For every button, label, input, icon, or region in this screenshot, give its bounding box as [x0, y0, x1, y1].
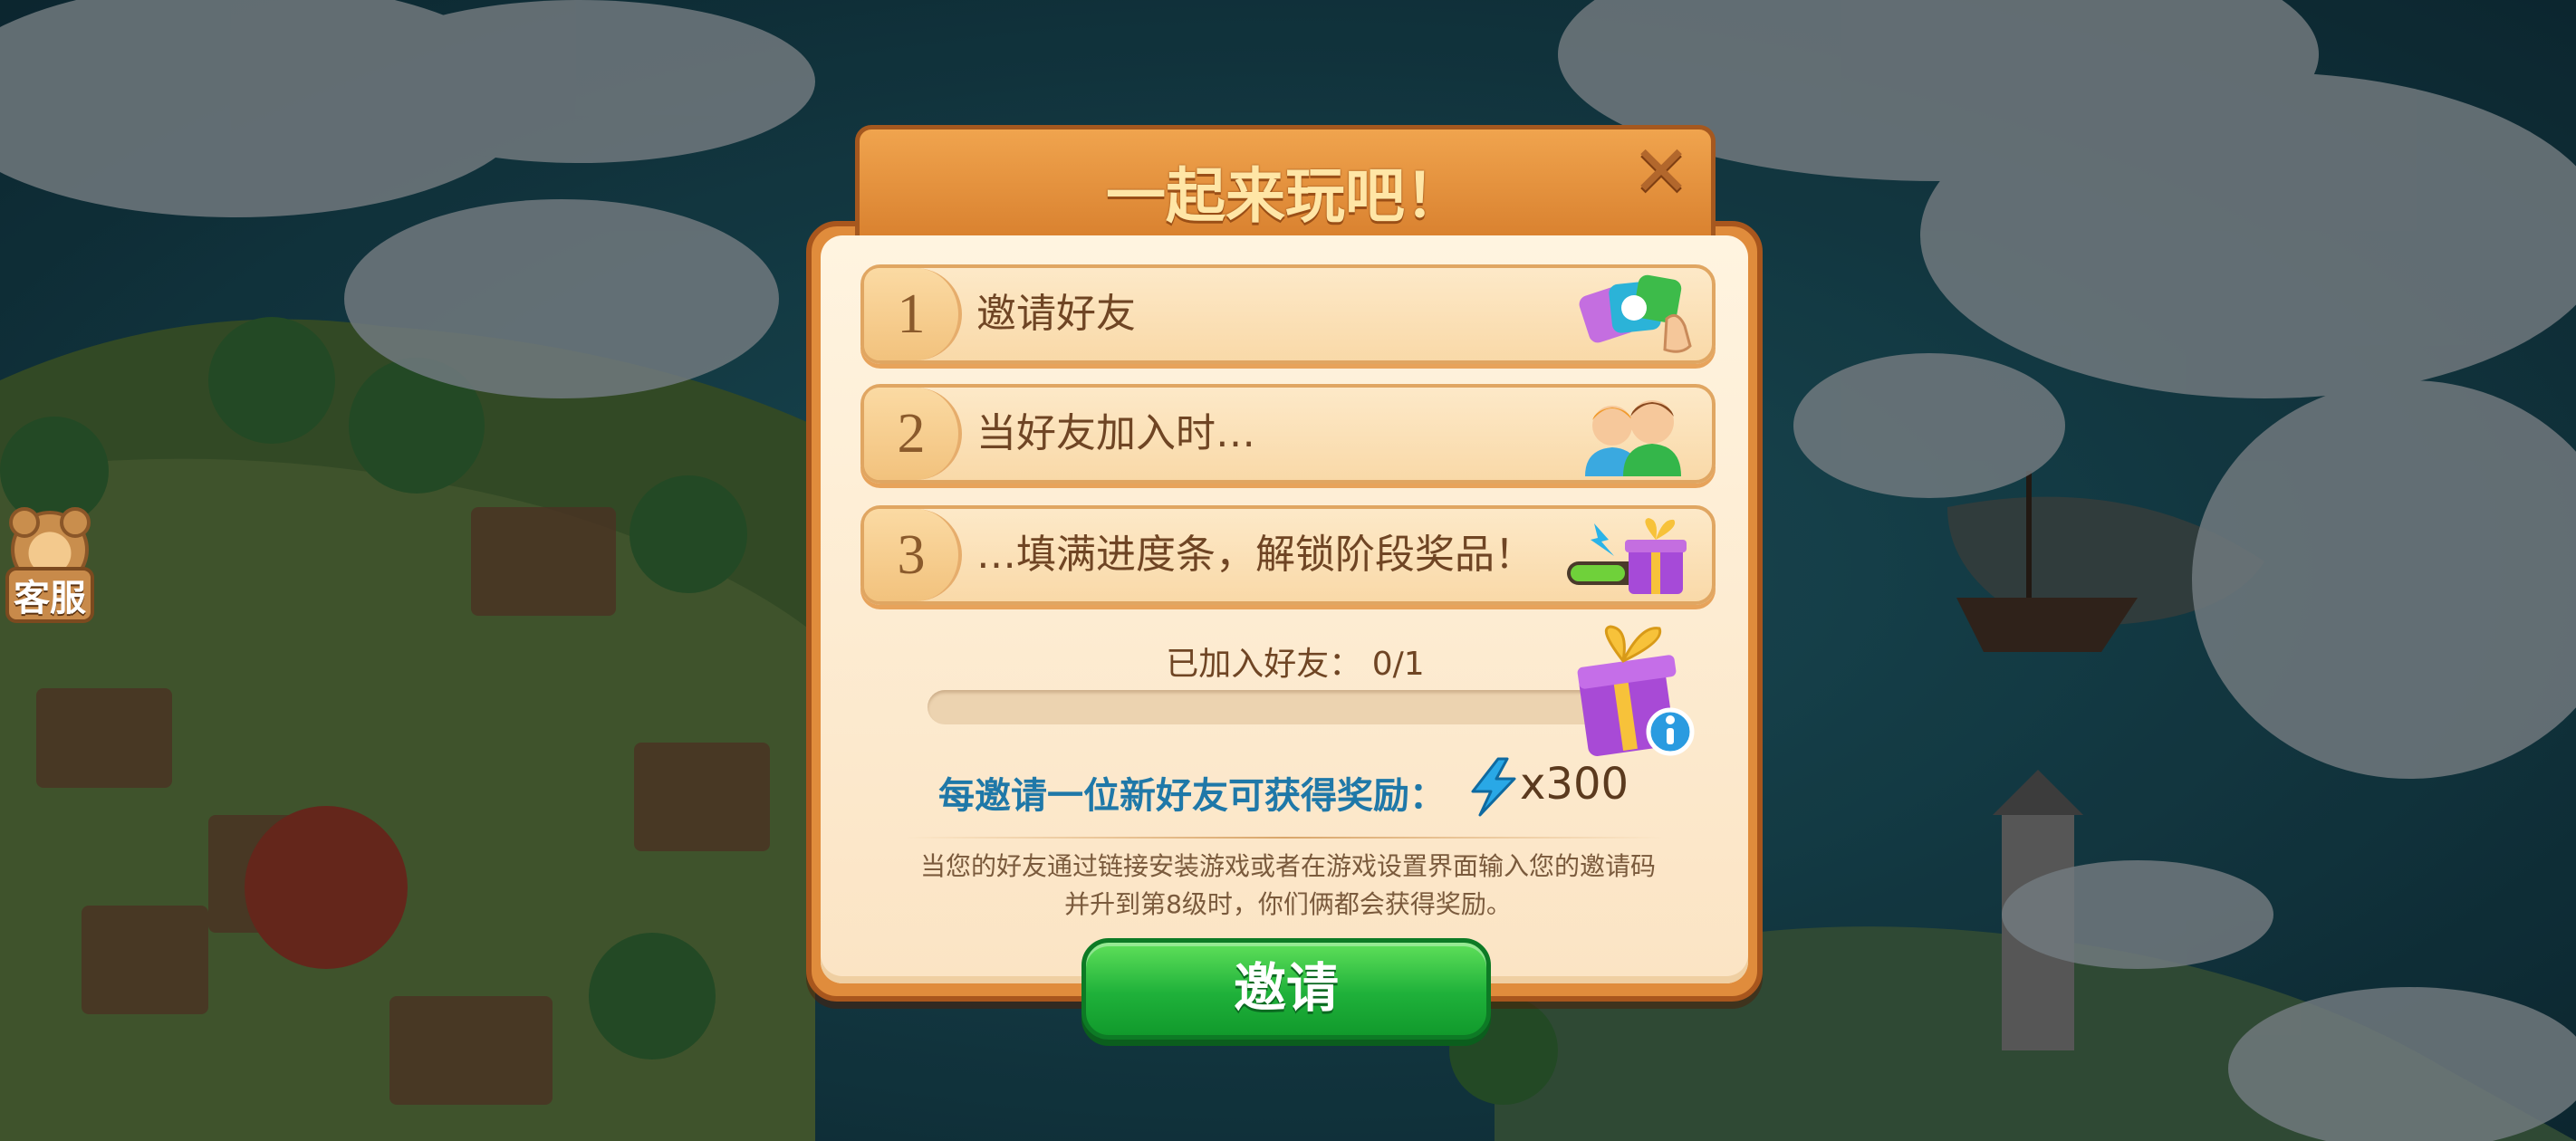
dialog-title: 一起来玩吧！ [1106, 161, 1465, 231]
friends-icon [1585, 400, 1681, 476]
invite-cards-icon [1579, 274, 1692, 353]
description-line: 当您的好友通过链接安装游戏或者在游戏设置界面输入您的邀请码 [919, 851, 1656, 881]
step-number: 2 [864, 388, 962, 480]
step-number: 3 [864, 509, 962, 601]
step-fill-progress: 3 …填满进度条，解锁阶段奖品！ [860, 505, 1716, 605]
description-line: 并升到第8级时，你们俩都会获得奖励。 [1064, 889, 1512, 919]
step-text: 邀请好友 [976, 291, 1136, 337]
step-friend-joins: 2 当好友加入时… [860, 384, 1716, 484]
friends-joined-count: 已加入好友： 0/1 [1166, 646, 1425, 683]
divider [906, 837, 1663, 839]
step-text: …填满进度条，解锁阶段奖品！ [976, 532, 1534, 578]
invite-button[interactable]: 邀请 [1081, 938, 1491, 1040]
reward-amount: x300 [1520, 759, 1629, 810]
close-icon[interactable]: ✕ [1627, 137, 1696, 207]
customer-service-label: 客服 [5, 567, 94, 623]
dialog-header: 一起来玩吧！ [855, 125, 1716, 243]
step-invite-friends: 1 邀请好友 [860, 264, 1716, 364]
step-text: 当好友加入时… [976, 410, 1255, 456]
reward-per-friend-label: 每邀请一位新好友可获得奖励： [938, 775, 1446, 817]
progress-bar [928, 690, 1634, 724]
invite-description: 当您的好友通过链接安装游戏或者在游戏设置界面输入您的邀请码 并升到第8级时，你们… [870, 848, 1706, 924]
gift-box-icon[interactable] [1565, 625, 1701, 761]
energy-bolt-icon [1471, 757, 1516, 817]
customer-service-button[interactable]: 客服 [5, 507, 94, 628]
step-number: 1 [864, 268, 962, 360]
progress-gift-icon [1567, 518, 1687, 594]
